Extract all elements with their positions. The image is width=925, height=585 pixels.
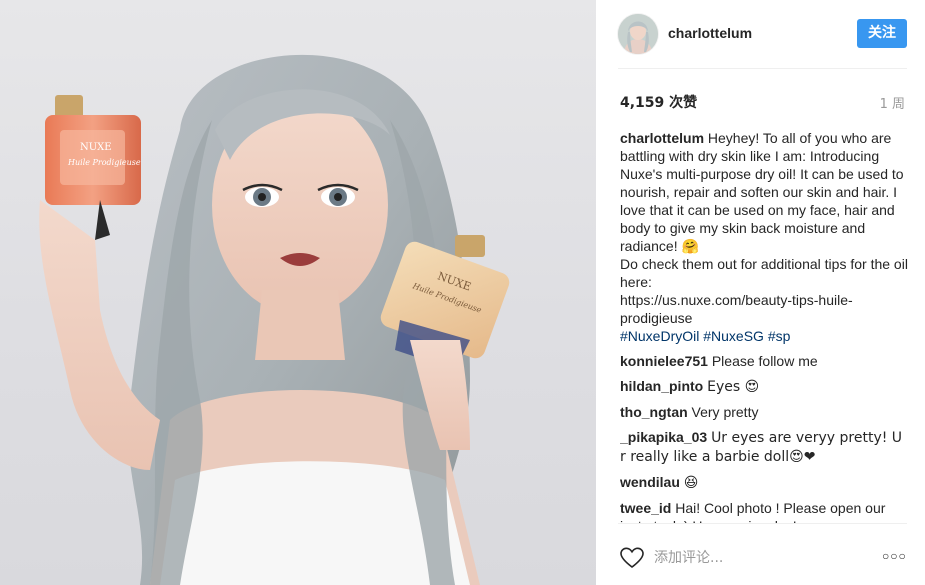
post-photo[interactable]: NUXE Huile Prodigieuse NUXE Huile Prodig… [0,0,596,585]
comments-divider [618,523,907,524]
header-divider [618,68,907,69]
comment-text: Eyes 😍 [707,379,760,395]
follow-button[interactable]: 关注 [857,19,907,48]
comment-username[interactable]: tho_ngtan [620,404,688,420]
caption-username[interactable]: charlottelum [620,130,704,146]
comment-item: hildan_pinto Eyes 😍 [620,377,910,396]
comment-item: _pikapika_03 Ur eyes are veryy pretty! U… [620,428,910,466]
caption: charlottelum Heyhey! To all of you who a… [620,129,910,345]
avatar[interactable] [618,14,658,54]
comment-username[interactable]: wendilau [620,474,680,490]
avatar-image [618,14,658,54]
hashtag-sp[interactable]: #sp [768,328,791,344]
left-bottle-label: NUXE [80,142,112,153]
comment-username[interactable]: konnielee751 [620,353,708,369]
comment-item: wendilau 😆 [620,473,910,492]
add-comment-input[interactable] [654,548,854,568]
comment-text: Very pretty [691,404,759,420]
hashtag-nuxesg[interactable]: #NuxeSG [703,328,764,344]
caption-text-2: Do check them out for additional tips fo… [620,256,908,290]
post-time[interactable]: 1 周 [880,93,905,112]
comment-username[interactable]: hildan_pinto [620,378,703,394]
more-options-icon[interactable]: ○○○ [882,549,908,565]
left-bottle-sub: Huile Prodigieuse [67,158,141,167]
caption-link: https://us.nuxe.com/beauty-tips-huile-pr… [620,292,853,326]
likes-count[interactable]: 4,159 次赞 [620,92,697,112]
comment-bar: ○○○ [596,537,925,585]
post-header: charlottelum 关注 [596,0,925,68]
author-username[interactable]: charlottelum [668,25,752,41]
hashtag-nuxedryoil[interactable]: #NuxeDryOil [620,328,699,344]
comment-username[interactable]: twee_id [620,500,671,516]
post-modal: NUXE Huile Prodigieuse NUXE Huile Prodig… [0,0,925,585]
heart-outline-icon[interactable] [620,547,644,569]
comments-list[interactable]: charlottelum Heyhey! To all of you who a… [620,129,910,523]
comment-item: konnielee751 Please follow me [620,352,910,370]
comment-item: twee_id Hai! Cool photo ! Please open ou… [620,499,910,523]
caption-text: Heyhey! To all of you who are battling w… [620,130,904,254]
comment-text: 😆 [683,475,699,491]
comment-text: Please follow me [711,353,818,369]
post-image: NUXE Huile Prodigieuse NUXE Huile Prodig… [39,54,510,585]
comment-username[interactable]: _pikapika_03 [620,429,707,445]
comment-item: tho_ngtan Very pretty [620,403,910,421]
post-details-panel: charlottelum 关注 4,159 次赞 1 周 charlottelu… [596,0,925,585]
